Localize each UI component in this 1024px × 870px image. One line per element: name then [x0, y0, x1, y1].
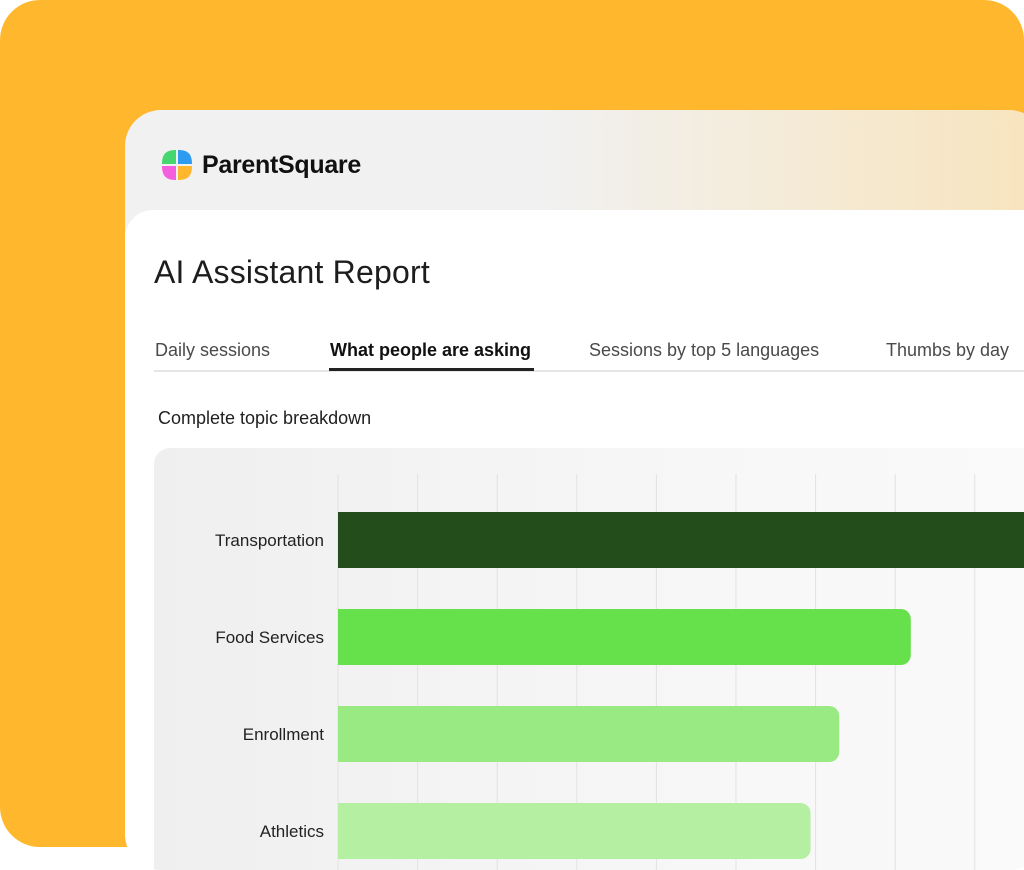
bar-edge: [338, 803, 350, 859]
category-label: Food Services: [215, 628, 324, 647]
active-tab-indicator: [329, 368, 534, 371]
bar-transportation[interactable]: [338, 512, 1024, 568]
category-label: Enrollment: [243, 725, 325, 744]
tab-daily-sessions[interactable]: Daily sessions: [155, 340, 270, 361]
report-card: ParentSquare AI Assistant Report Daily s…: [125, 110, 1024, 870]
bar-food-services[interactable]: [338, 609, 911, 665]
tab-what-people-are-asking[interactable]: What people are asking: [330, 340, 531, 361]
bar-edge: [338, 706, 350, 762]
bar-athletics[interactable]: [338, 803, 811, 859]
parentsquare-logo-icon: [160, 148, 194, 182]
brand-logo: ParentSquare: [160, 148, 361, 182]
report-panel: AI Assistant Report Daily sessions What …: [125, 210, 1024, 870]
tab-sessions-by-top-5-languages[interactable]: Sessions by top 5 languages: [589, 340, 819, 361]
tab-thumbs-by-day[interactable]: Thumbs by day: [886, 340, 1009, 361]
topic-breakdown-chart: Transportation Food Services Enrollment Ath…: [154, 448, 1024, 870]
report-tabs: Daily sessions What people are asking Se…: [154, 334, 1024, 372]
bar-enrollment[interactable]: [338, 706, 840, 762]
chart-subtitle: Complete topic breakdown: [158, 408, 372, 428]
page-title: AI Assistant Report: [154, 254, 430, 290]
bar-chart-svg: Transportation Food Services Enrollment Ath…: [215, 474, 1024, 870]
brand-name: ParentSquare: [202, 150, 361, 179]
bar-edge: [338, 609, 350, 665]
category-label: Athletics: [260, 822, 324, 841]
category-label: Transportation: [215, 531, 324, 550]
